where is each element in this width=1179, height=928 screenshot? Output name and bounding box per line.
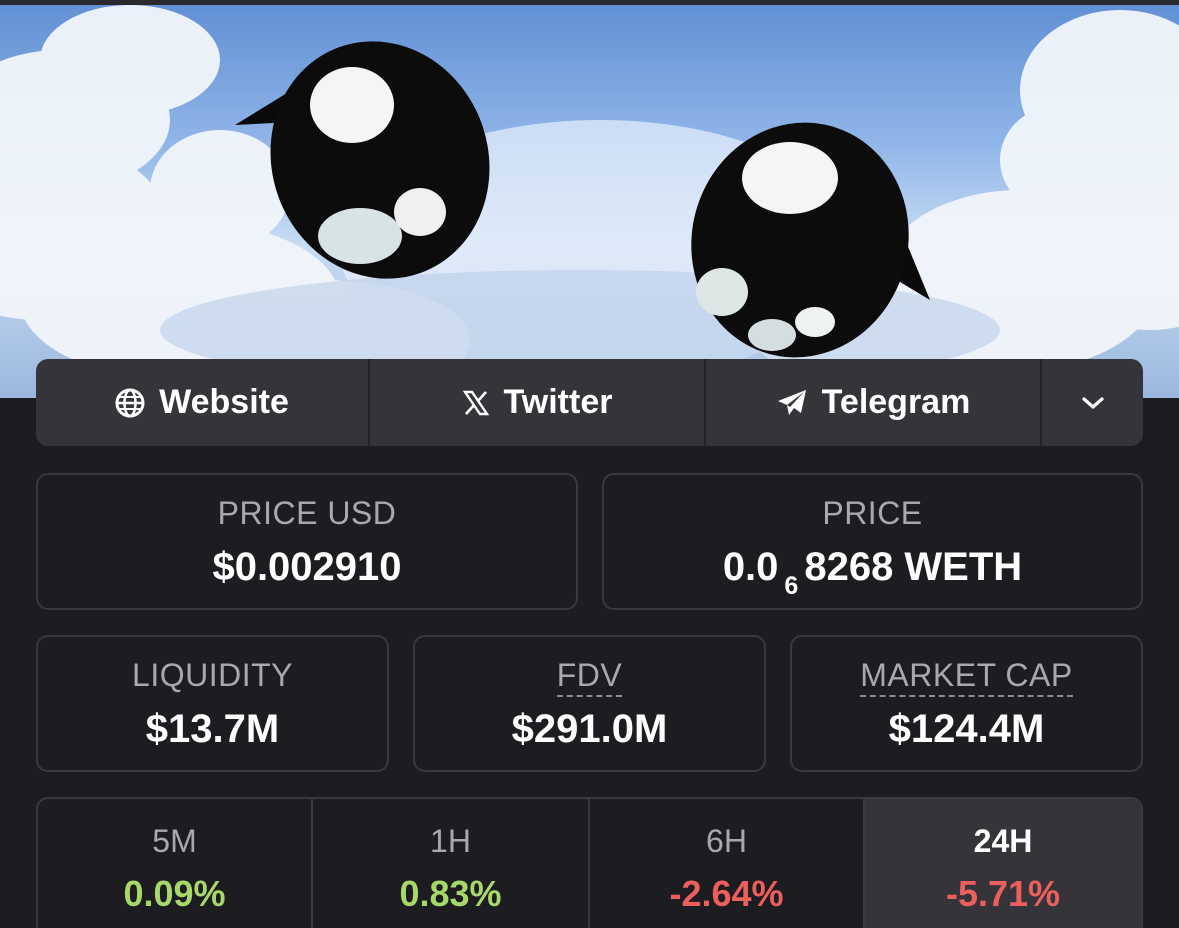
tab-24h-change: -5.71% bbox=[945, 873, 1061, 914]
orca-illustration bbox=[0, 5, 1179, 398]
tab-5m[interactable]: 5M 0.09% bbox=[38, 799, 313, 928]
liquidity-card: LIQUIDITY $13.7M bbox=[36, 635, 389, 772]
market-cap-card: MARKET CAP $124.4M bbox=[790, 635, 1143, 772]
token-page: Website Twitter Telegram PRICE USD $0.00… bbox=[0, 0, 1179, 928]
social-links-bar: Website Twitter Telegram bbox=[36, 359, 1143, 446]
price-native-prefix: 0.0 bbox=[722, 545, 779, 589]
market-cap-label: MARKET CAP bbox=[860, 657, 1073, 697]
market-cap-value: $124.4M bbox=[888, 707, 1045, 751]
x-logo-icon bbox=[462, 390, 489, 415]
tab-24h-label: 24H bbox=[973, 823, 1033, 859]
fdv-label-wrap[interactable]: FDV bbox=[415, 657, 764, 697]
tab-1h-label: 1H bbox=[430, 823, 471, 859]
fdv-card: FDV $291.0M bbox=[413, 635, 766, 772]
tab-24h[interactable]: 24H -5.71% bbox=[865, 799, 1141, 928]
chevron-down-icon bbox=[1081, 396, 1104, 409]
telegram-label: Telegram bbox=[821, 383, 971, 421]
price-native-card: PRICE 0.0 6 8268 WETH bbox=[602, 473, 1143, 610]
price-native-label: PRICE bbox=[822, 495, 923, 531]
fdv-value: $291.0M bbox=[511, 707, 668, 751]
token-banner-image bbox=[0, 0, 1179, 398]
telegram-button[interactable]: Telegram bbox=[706, 359, 1042, 446]
website-button[interactable]: Website bbox=[36, 359, 370, 446]
tab-6h-change: -2.64% bbox=[669, 873, 784, 914]
tab-1h[interactable]: 1H 0.83% bbox=[313, 799, 590, 928]
price-change-tabs: 5M 0.09% 1H 0.83% 6H -2.64% 24H -5.71% bbox=[36, 797, 1143, 928]
liquidity-value: $13.7M bbox=[145, 707, 280, 751]
market-cap-label-wrap[interactable]: MARKET CAP bbox=[792, 657, 1141, 697]
price-usd-value: $0.002910 bbox=[212, 545, 402, 589]
twitter-label: Twitter bbox=[503, 383, 613, 421]
twitter-button[interactable]: Twitter bbox=[370, 359, 706, 446]
tab-5m-label: 5M bbox=[152, 823, 197, 859]
price-native-value: 0.0 6 8268 WETH bbox=[604, 545, 1141, 600]
price-native-rest: 8268 WETH bbox=[804, 545, 1023, 589]
price-usd-card: PRICE USD $0.002910 bbox=[36, 473, 578, 610]
paper-plane-icon bbox=[777, 389, 806, 415]
tab-1h-change: 0.83% bbox=[399, 873, 502, 914]
tab-6h-label: 6H bbox=[706, 823, 747, 859]
globe-icon bbox=[115, 388, 145, 417]
price-native-zero-count: 6 bbox=[784, 572, 799, 600]
more-links-button[interactable] bbox=[1042, 359, 1143, 446]
price-usd-label: PRICE USD bbox=[217, 495, 397, 531]
tab-5m-change: 0.09% bbox=[123, 873, 226, 914]
fdv-label: FDV bbox=[556, 657, 623, 697]
tab-6h[interactable]: 6H -2.64% bbox=[590, 799, 865, 928]
liquidity-label: LIQUIDITY bbox=[132, 657, 293, 693]
website-label: Website bbox=[159, 383, 289, 421]
